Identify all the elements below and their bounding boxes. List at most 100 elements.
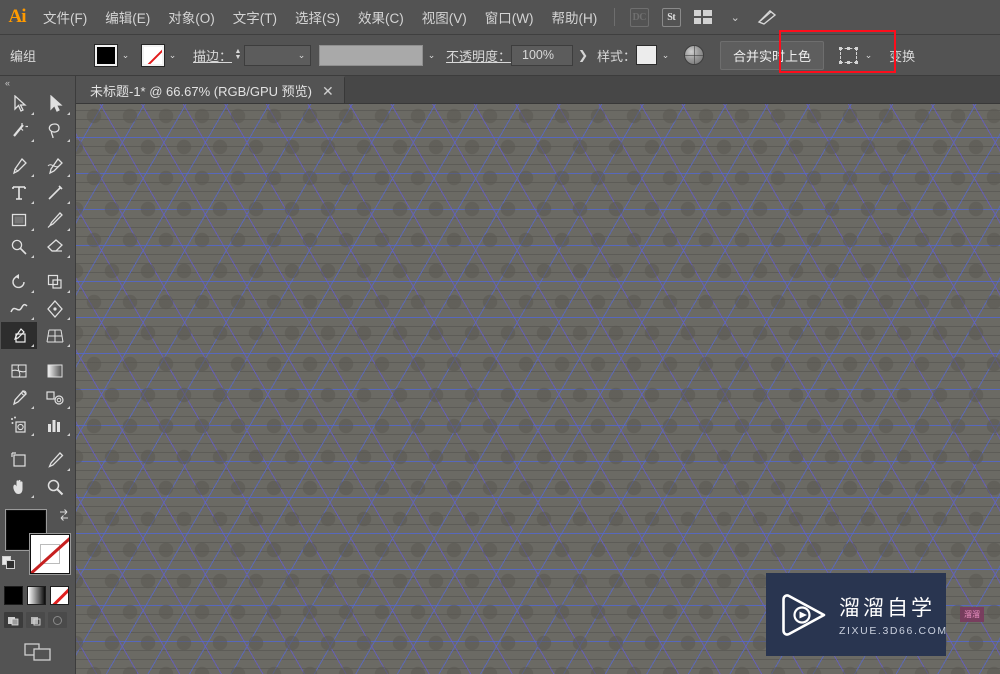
stroke-weight-combo[interactable]: ⌄ (244, 44, 312, 66)
menu-bar: Ai 文件(F) 编辑(E) 对象(O) 文字(T) 选择(S) 效果(C) 视… (0, 0, 1000, 35)
width-tool[interactable] (1, 295, 37, 322)
draw-behind-mode[interactable] (26, 612, 45, 628)
free-transform-tool[interactable] (37, 295, 73, 322)
shape-builder-tool[interactable] (1, 322, 37, 349)
color-mode-row (0, 580, 75, 605)
control-bar: 编组 ⌄ ⌄ 描边： ▲ ▼ ⌄ ⌄ 不透明度： 100% ❯ 样式： ⌄ 合并实… (0, 35, 1000, 76)
stroke-weight-stepper[interactable]: ▲ ▼ (232, 44, 244, 66)
screen-mode-button[interactable] (0, 628, 75, 664)
tool-flyout-indicator (31, 112, 34, 115)
merge-live-paint-button[interactable]: 合并实时上色 (720, 40, 825, 70)
workspace-grid-glyph (694, 10, 712, 24)
default-fill-stroke-icon[interactable] (2, 556, 17, 571)
chevron-down-icon: ⌄ (730, 11, 740, 24)
search-icon[interactable] (754, 6, 780, 28)
illustrator-window: Ai 文件(F) 编辑(E) 对象(O) 文字(T) 选择(S) 效果(C) 视… (0, 0, 1000, 674)
adobe-stock-icon[interactable]: St (658, 6, 684, 28)
mesh-tool[interactable] (1, 357, 37, 384)
selection-type-label: 编组 (10, 48, 37, 64)
artboard-tool[interactable] (1, 446, 37, 473)
toolbar-collapse-icon[interactable]: « (0, 76, 75, 90)
fill-dropdown-icon[interactable]: ⌄ (117, 45, 134, 65)
watermark-title: 溜溜自学 (839, 597, 935, 620)
shaper-tool[interactable] (1, 233, 37, 260)
app-logo-icon: Ai (8, 6, 27, 27)
menu-edit[interactable]: 编辑(E) (96, 0, 159, 35)
style-label: 样式： (597, 48, 637, 64)
column-graph-tool[interactable] (37, 411, 73, 438)
line-segment-tool[interactable] (37, 179, 73, 206)
rotate-tool[interactable] (1, 268, 37, 295)
graphic-style-dropdown-icon[interactable]: ⌄ (657, 45, 674, 65)
stroke-dropdown-icon[interactable]: ⌄ (164, 45, 181, 65)
watermark-text-block: 溜溜自学 ZIXUE.3D66.COM (839, 592, 948, 637)
paintbrush-tool[interactable] (37, 206, 73, 233)
close-icon[interactable]: ✕ (322, 84, 334, 98)
zoom-tool[interactable] (37, 473, 73, 500)
workspace-switcher-icon[interactable] (690, 6, 716, 28)
eraser-tool[interactable] (37, 233, 73, 260)
tools-panel: « (0, 76, 76, 674)
recolor-artwork-icon[interactable] (684, 45, 705, 65)
symbol-sprayer-tool[interactable] (1, 411, 37, 438)
stroke-color-swatch[interactable] (141, 43, 165, 67)
stroke-inner-area (40, 544, 60, 564)
menu-type[interactable]: 文字(T) (224, 0, 286, 35)
menu-object[interactable]: 对象(O) (159, 0, 224, 35)
scale-tool[interactable] (37, 268, 73, 295)
stroke-weight-dropdown-icon[interactable]: ⌄ (293, 45, 310, 65)
draw-mode-row (0, 605, 75, 628)
draw-normal-mode[interactable] (4, 612, 23, 628)
menubar-divider (614, 8, 616, 26)
menu-effect[interactable]: 效果(C) (349, 0, 413, 35)
document-cloud-icon[interactable]: DC (626, 6, 652, 28)
menu-view[interactable]: 视图(V) (413, 0, 476, 35)
opacity-field[interactable]: 100% (511, 44, 574, 66)
align-dropdown-icon[interactable]: ⌄ (860, 45, 877, 65)
document-tab[interactable]: 未标题-1* @ 66.67% (RGB/GPU 预览) ✕ (76, 76, 345, 103)
rectangle-tool[interactable] (1, 206, 37, 233)
slice-tool[interactable] (37, 446, 73, 473)
swap-fill-stroke-icon[interactable] (57, 508, 72, 523)
gradient-tool[interactable] (37, 357, 73, 384)
stroke-weight-label[interactable]: 描边： (193, 46, 232, 65)
screen-mode-icon (23, 643, 51, 661)
selection-tool[interactable] (1, 90, 37, 117)
align-options-icon[interactable]: ⌄ (839, 45, 877, 65)
direct-selection-tool[interactable] (37, 90, 73, 117)
color-mode-solid[interactable] (4, 586, 23, 605)
workspace-dropdown-icon[interactable]: ⌄ (722, 6, 748, 28)
menu-file[interactable]: 文件(F) (34, 0, 96, 35)
menu-window[interactable]: 窗口(W) (476, 0, 543, 35)
watermark-overlay: 溜溜自学 ZIXUE.3D66.COM (766, 573, 946, 656)
adobe-stock-glyph: St (661, 7, 681, 27)
magic-wand-tool[interactable] (1, 117, 37, 144)
draw-inside-mode[interactable] (48, 612, 67, 628)
document-cloud-glyph: DC (629, 7, 649, 27)
transform-label[interactable]: 变换 (889, 46, 915, 65)
graphic-style-swatch[interactable] (636, 45, 658, 65)
search-glyph (757, 10, 777, 25)
watermark-subtitle: ZIXUE.3D66.COM (839, 625, 948, 637)
type-tool[interactable] (1, 179, 37, 206)
opacity-panel-arrow-icon[interactable]: ❯ (573, 44, 593, 66)
color-mode-none[interactable] (50, 586, 69, 605)
color-mode-gradient[interactable] (27, 586, 46, 605)
fill-color-swatch[interactable] (94, 43, 118, 67)
watermark-badge: 溜溜 (960, 607, 984, 622)
document-tab-title: 未标题-1* @ 66.67% (RGB/GPU 预览) (90, 84, 312, 99)
opacity-label[interactable]: 不透明度： (446, 46, 511, 65)
stroke-profile-dropdown-icon[interactable]: ⌄ (423, 45, 440, 65)
perspective-grid-tool[interactable] (37, 322, 73, 349)
menu-help[interactable]: 帮助(H) (542, 0, 606, 35)
curvature-tool[interactable] (37, 152, 73, 179)
hand-tool[interactable] (1, 473, 37, 500)
pen-tool[interactable] (1, 152, 37, 179)
stroke-profile-field[interactable] (319, 44, 424, 66)
eyedropper-tool[interactable] (1, 384, 37, 411)
menu-select[interactable]: 选择(S) (286, 0, 349, 35)
blend-tool[interactable] (37, 384, 73, 411)
lasso-tool[interactable] (37, 117, 73, 144)
stroke-color-indicator[interactable] (30, 534, 70, 574)
tool-grid (0, 90, 75, 500)
